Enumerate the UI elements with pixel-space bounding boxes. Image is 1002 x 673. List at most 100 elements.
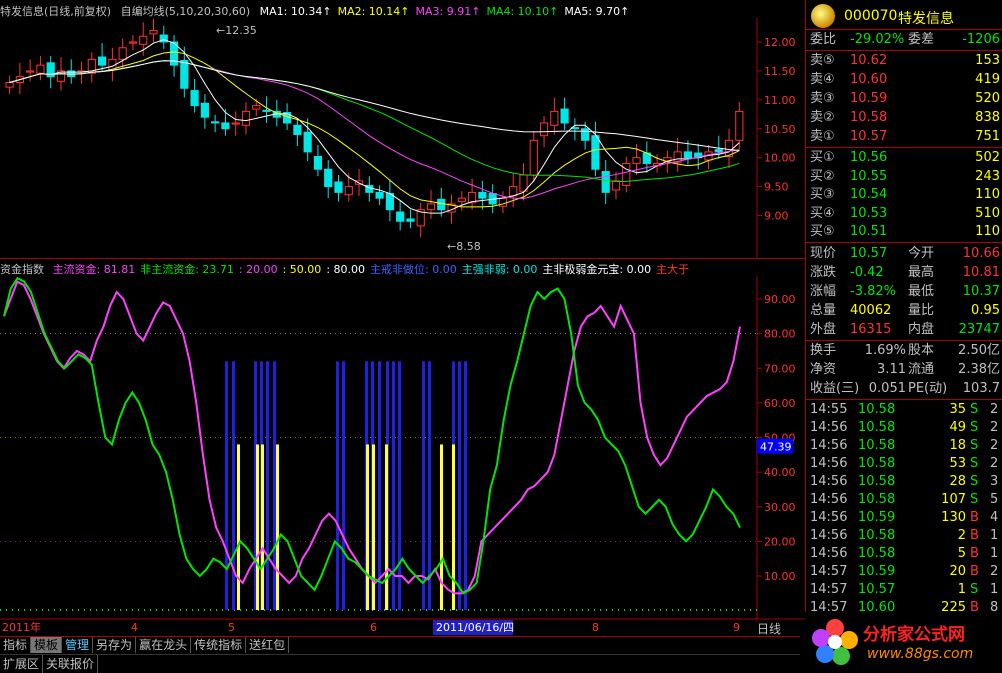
sub-chart-title[interactable]: 资金指数 xyxy=(0,263,44,276)
ma-legend: MA1: 10.34↑ MA2: 10.14↑ MA3: 9.91↑ MA4: 10.… xyxy=(260,5,636,18)
candle-body xyxy=(98,56,107,66)
stock-logo-icon xyxy=(811,4,835,28)
candle-body xyxy=(581,128,590,141)
sub-legend-item: 非主流资金: 23.71 xyxy=(140,263,234,276)
candle-body xyxy=(221,122,230,130)
fund-index-chart[interactable]: 90.0080.0070.0060.0050.0040.0030.0020.00… xyxy=(0,276,805,620)
fund-tick-label: 20.00 xyxy=(764,535,796,548)
candle-body xyxy=(591,135,600,170)
signal-bar-blue xyxy=(428,361,431,610)
fund-tick-label: 90.00 xyxy=(764,293,796,306)
candle-body xyxy=(334,181,343,193)
flower-logo-icon xyxy=(812,619,858,665)
candle-body xyxy=(457,197,466,203)
candle-body xyxy=(622,162,631,186)
candle-body xyxy=(683,151,693,159)
fund-tick-label: 80.00 xyxy=(764,328,796,341)
sub-legend-item: 主强非弱: 0.00 xyxy=(461,263,538,276)
tick-row: 14:56 10.58 2 B 1 xyxy=(810,528,999,543)
chart-title: 特发信息(日线,前复权) xyxy=(0,5,112,18)
watermark: 分析家公式网 www.88gs.com xyxy=(805,612,1002,673)
tab-6[interactable]: 送红包 xyxy=(246,637,290,653)
ma-legend-item: MA4: 10.10↑ xyxy=(486,5,559,18)
sell-row: 卖③ 10.59 520 xyxy=(810,91,1000,106)
fund-tick-label: 10.00 xyxy=(764,570,796,583)
app-window: 特发信息(日线,前复权) 自编均线(5,10,20,30,60) MA1: 10… xyxy=(0,0,1002,673)
candle-body xyxy=(241,110,251,126)
high-marker: ←12.35 xyxy=(216,24,257,37)
ma-legend-item: MA5: 9.70↑ xyxy=(564,5,630,18)
sell-row: 卖⑤ 10.62 153 xyxy=(810,53,1000,68)
candle-body xyxy=(735,110,744,141)
candle-body xyxy=(5,81,14,88)
price-tick-label: 10.00 xyxy=(764,152,796,165)
price-tick-label: 9.00 xyxy=(764,210,789,223)
stat-row: 外盘 16315 内盘 23747 xyxy=(810,322,1000,337)
fund-tick-label: 70.00 xyxy=(764,362,796,375)
price-tick-label: 11.50 xyxy=(764,65,796,78)
indicator-name[interactable]: 自编均线(5,10,20,30,60) xyxy=(121,5,251,18)
candle-body xyxy=(611,180,621,191)
low-marker: ←8.58 xyxy=(447,240,481,253)
candle-body xyxy=(36,64,45,74)
buy-row: 买① 10.56 502 xyxy=(810,150,1000,165)
tick-row: 14:56 10.58 5 B 1 xyxy=(810,546,999,561)
ma-legend-item: MA3: 9.91↑ xyxy=(415,5,481,18)
ma-line xyxy=(9,60,740,152)
signal-bar-yellow xyxy=(256,444,259,610)
x-tick-label: 4 xyxy=(131,621,138,634)
tab-2[interactable]: 管理 xyxy=(62,637,94,653)
fund-tick-label: 40.00 xyxy=(764,466,796,479)
sub-legend-item: : 50.00 xyxy=(282,263,322,276)
signal-bar-blue xyxy=(464,361,467,610)
tick-row: 14:56 10.58 53 S 2 xyxy=(810,456,999,471)
ma-legend-item: MA2: 10.14↑ xyxy=(337,5,410,18)
signal-bar-yellow xyxy=(237,444,240,610)
stock-name: 特发信息 xyxy=(898,11,954,27)
x-tick-label: 9 xyxy=(733,621,740,634)
sell-row: 卖④ 10.60 419 xyxy=(810,72,1000,87)
tab-5[interactable]: 传统指标 xyxy=(191,637,247,653)
fin-row: 净资 3.11 流通 2.38亿 xyxy=(810,362,1000,377)
fin-row: 换手 1.69% 股本 2.50亿 xyxy=(810,343,1000,358)
signal-bar-blue xyxy=(342,361,345,610)
buy-row: 买⑤ 10.51 110 xyxy=(810,224,1000,239)
tab-4[interactable]: 赢在龙头 xyxy=(136,637,192,653)
price-tick-label: 12.00 xyxy=(764,36,796,49)
candle-body xyxy=(293,124,302,136)
period-label[interactable]: 日线 xyxy=(757,620,781,637)
tab-0[interactable]: 指标 xyxy=(0,637,32,653)
kline-chart[interactable]: 12.00 11.50 11.00 10.50 10.00 9.50 9.00 ←12.35 ←… xyxy=(0,18,800,258)
candle-body xyxy=(550,110,559,126)
status-tab-0[interactable]: 扩展区 xyxy=(0,655,44,673)
signal-bar-blue xyxy=(422,361,425,610)
weibi-row: 委比 -29.02% 委差 -1206 xyxy=(810,32,1000,47)
candle-body xyxy=(714,149,723,153)
sub-legend-item: 主大于 xyxy=(656,263,690,276)
price-tick-label: 11.00 xyxy=(764,94,796,107)
tick-row: 14:57 10.57 1 S 1 xyxy=(810,582,999,597)
status-tab-1[interactable]: 关联报价 xyxy=(43,655,99,673)
tab-3[interactable]: 另存为 xyxy=(93,637,137,653)
signal-bar-blue xyxy=(378,361,381,610)
watermark-title: 分析家公式网 xyxy=(863,625,965,645)
sub-legend-item: 主非极弱金元宝: 0.00 xyxy=(542,263,652,276)
tick-row: 14:56 10.58 28 S 3 xyxy=(810,474,999,489)
candle-body xyxy=(509,186,518,197)
tab-1[interactable]: 模板 xyxy=(31,637,63,653)
sub-legend-item: : 80.00 xyxy=(326,263,366,276)
signal-bar-blue xyxy=(336,361,339,610)
sub-legend-item: 主戒非做位: 0.00 xyxy=(370,263,457,276)
signal-bar-yellow xyxy=(261,444,264,610)
candle-body xyxy=(128,41,138,44)
signal-bar-blue xyxy=(266,361,269,610)
price-tick-label: 10.50 xyxy=(764,123,796,136)
quote-panel: 000070 特发信息 委比 -29.02% 委差 -1206 卖⑤ 10.62 1… xyxy=(805,0,1002,673)
candle-body xyxy=(303,131,312,153)
ma-line xyxy=(9,39,740,214)
fund-tick-label: 60.00 xyxy=(764,397,796,410)
candle-body xyxy=(26,70,35,73)
tick-row: 14:56 10.58 49 S 2 xyxy=(810,420,999,435)
sub-legend-item: 主流资金: 81.81 xyxy=(52,263,136,276)
candle-body xyxy=(252,105,261,110)
